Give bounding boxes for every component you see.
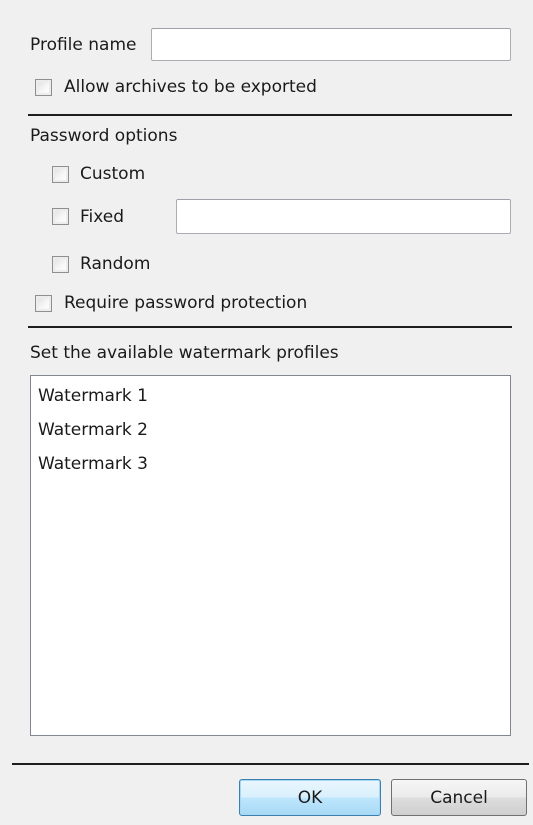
require-password-label[interactable]: Require password protection: [64, 293, 307, 313]
custom-password-checkbox[interactable]: [52, 166, 69, 183]
random-password-label[interactable]: Random: [80, 254, 150, 274]
password-options-label: Password options: [30, 126, 178, 146]
profile-name-label: Profile name: [30, 35, 137, 55]
separator-middle: [28, 326, 512, 328]
watermark-section-label: Set the available watermark profiles: [30, 343, 339, 363]
separator-bottom: [12, 763, 529, 765]
watermark-list-item[interactable]: Watermark 2: [31, 413, 510, 447]
watermark-list-item[interactable]: Watermark 1: [31, 379, 510, 413]
random-password-checkbox[interactable]: [52, 256, 69, 273]
cancel-button[interactable]: Cancel: [391, 779, 527, 816]
watermark-listbox[interactable]: Watermark 1 Watermark 2 Watermark 3: [30, 375, 511, 736]
fixed-password-input[interactable]: [176, 199, 511, 234]
watermark-list-item[interactable]: Watermark 3: [31, 447, 510, 481]
fixed-password-checkbox[interactable]: [52, 208, 69, 225]
profile-name-input[interactable]: [151, 28, 511, 61]
allow-archives-label[interactable]: Allow archives to be exported: [64, 77, 317, 97]
require-password-checkbox[interactable]: [35, 295, 52, 312]
custom-password-label[interactable]: Custom: [80, 164, 145, 184]
watermark-profile-dialog: Profile name Allow archives to be export…: [0, 0, 533, 825]
allow-archives-checkbox[interactable]: [35, 79, 52, 96]
fixed-password-label[interactable]: Fixed: [80, 207, 124, 227]
ok-button[interactable]: OK: [239, 779, 381, 816]
separator-top: [28, 114, 512, 116]
watermark-list: Watermark 1 Watermark 2 Watermark 3: [31, 376, 510, 481]
